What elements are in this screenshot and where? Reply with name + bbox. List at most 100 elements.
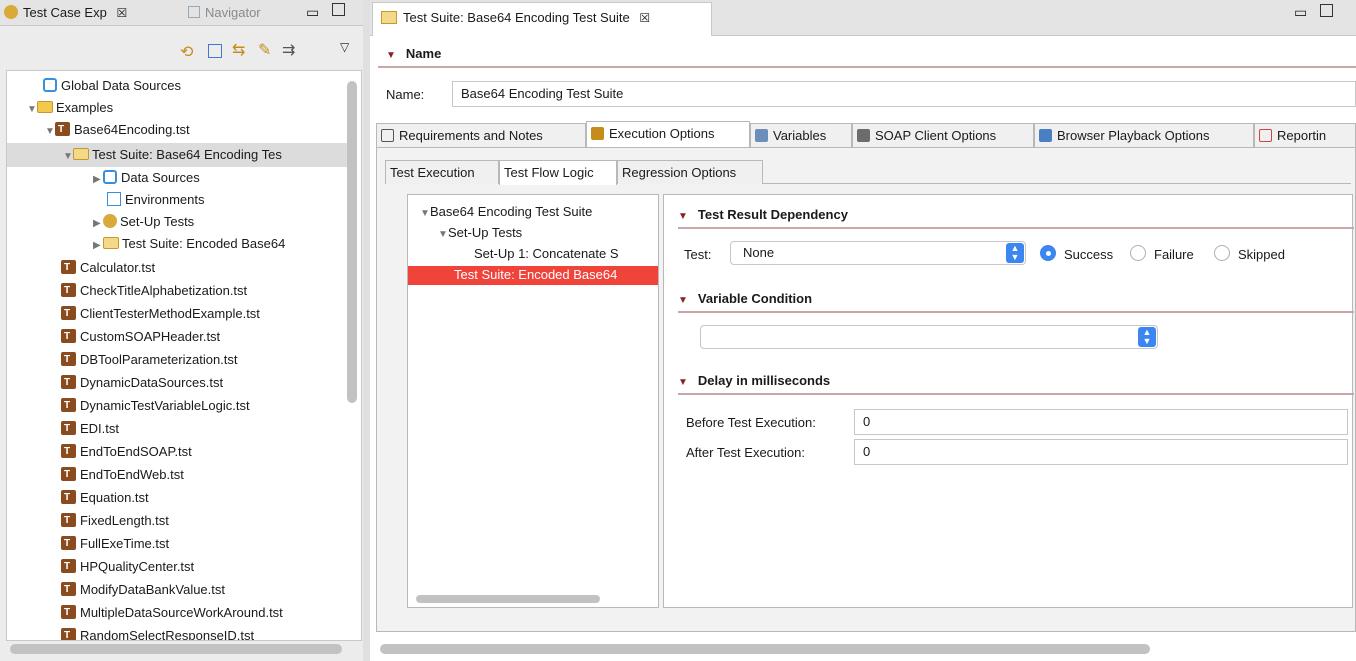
- chevron-updown-icon: ▲ ▼: [1138, 327, 1156, 347]
- dependency-section-header[interactable]: ▼ Test Result Dependency: [678, 207, 848, 222]
- delay-section-header[interactable]: ▼ Delay in milliseconds: [678, 373, 830, 388]
- tree-item-file[interactable]: FullExeTime.tst: [61, 533, 169, 555]
- tree-item-test-suite-base64[interactable]: ▼ Test Suite: Base64 Encoding Tes: [63, 144, 282, 166]
- tree-item-file[interactable]: RandomSelectResponseID.tst: [61, 625, 254, 640]
- tree-item-file[interactable]: EndToEndSOAP.tst: [61, 441, 192, 463]
- tab-test-case-explorer[interactable]: Test Case Exp ☒: [4, 3, 127, 23]
- expanded-arrow-icon[interactable]: ▼: [45, 121, 55, 143]
- tree-item-set-up-tests[interactable]: ▶ Set-Up Tests: [93, 211, 194, 233]
- tab-regression-options[interactable]: Regression Options: [617, 160, 763, 184]
- expanded-arrow-icon[interactable]: ▼: [63, 146, 73, 168]
- tree-item-file[interactable]: EDI.tst: [61, 418, 119, 440]
- tree-item-file[interactable]: ClientTesterMethodExample.tst: [61, 303, 260, 325]
- variables-icon: [755, 129, 768, 142]
- panel-sash[interactable]: [363, 0, 370, 661]
- tab-soap-client-options[interactable]: SOAP Client Options: [852, 123, 1034, 147]
- data-sources-icon: [43, 78, 57, 92]
- before-execution-field[interactable]: 0: [854, 409, 1348, 435]
- tree-item-file[interactable]: DynamicDataSources.tst: [61, 372, 223, 394]
- expanded-arrow-icon[interactable]: ▼: [438, 224, 448, 246]
- editor-tab-title: Test Suite: Base64 Encoding Test Suite: [403, 10, 630, 25]
- filter-icon[interactable]: ⇉: [282, 40, 295, 60]
- collapsed-arrow-icon[interactable]: ▶: [93, 169, 103, 191]
- execution-options-content: Test Execution Test Flow Logic Regressio…: [376, 147, 1356, 632]
- radio-failure[interactable]: [1130, 245, 1146, 261]
- test-dependency-select[interactable]: None ▲ ▼: [730, 241, 1026, 265]
- close-tab-icon[interactable]: ☒: [116, 6, 127, 20]
- tab-reporting[interactable]: Reportin: [1254, 123, 1356, 147]
- radio-success[interactable]: [1040, 245, 1056, 261]
- pin-icon[interactable]: ✎: [258, 40, 271, 60]
- expanded-arrow-icon[interactable]: ▼: [420, 203, 430, 225]
- tab-test-flow-logic[interactable]: Test Flow Logic: [499, 160, 617, 185]
- tree-item-file[interactable]: MultipleDataSourceWorkAround.tst: [61, 602, 283, 624]
- link-editor-icon[interactable]: ⇆: [232, 40, 245, 60]
- tab-label: Test Execution: [390, 165, 475, 180]
- tree-item-base64encoding[interactable]: ▼ Base64Encoding.tst: [45, 119, 190, 141]
- after-execution-field[interactable]: 0: [854, 439, 1348, 465]
- tab-browser-playback-options[interactable]: Browser Playback Options: [1034, 123, 1254, 147]
- flow-tree-item-root[interactable]: ▼Base64 Encoding Test Suite: [420, 201, 592, 223]
- navigator-icon: [188, 6, 200, 18]
- execution-options-icon: [591, 127, 604, 140]
- name-section-header[interactable]: ▼ Name: [386, 46, 441, 61]
- variable-condition-section-header[interactable]: ▼ Variable Condition: [678, 291, 812, 306]
- section-collapse-icon[interactable]: ▼: [386, 50, 396, 61]
- view-menu-icon[interactable]: ▽: [340, 40, 349, 54]
- minimize-icon[interactable]: ▭: [306, 4, 319, 21]
- tree-horizontal-scrollbar[interactable]: [10, 644, 342, 654]
- tree-item-global-data-sources[interactable]: Global Data Sources: [43, 75, 181, 97]
- flow-tree-label: Set-Up Tests: [448, 225, 523, 240]
- tree-item-file[interactable]: CheckTitleAlphabetization.tst: [61, 280, 247, 302]
- data-sources-icon: [103, 170, 117, 184]
- tree-item-file[interactable]: CustomSOAPHeader.tst: [61, 326, 220, 348]
- tree-item-file[interactable]: ModifyDataBankValue.tst: [61, 579, 225, 601]
- tree-item-file[interactable]: EndToEndWeb.tst: [61, 464, 184, 486]
- editor-horizontal-scrollbar[interactable]: [380, 644, 1150, 654]
- tree-item-file[interactable]: HPQualityCenter.tst: [61, 556, 194, 578]
- section-collapse-icon[interactable]: ▼: [678, 295, 688, 306]
- tree-item-label: Set-Up Tests: [120, 214, 195, 229]
- name-section-title: Name: [405, 46, 442, 61]
- tab-test-execution[interactable]: Test Execution: [385, 160, 499, 184]
- flow-tree-item-set-up-tests[interactable]: ▼Set-Up Tests: [438, 222, 522, 244]
- section-collapse-icon[interactable]: ▼: [678, 211, 688, 222]
- collapsed-arrow-icon[interactable]: ▶: [93, 213, 103, 235]
- test-suite-icon: [73, 148, 89, 160]
- tab-navigator[interactable]: Navigator: [188, 3, 261, 23]
- test-file-icon: [61, 280, 76, 302]
- maximize-icon[interactable]: [332, 3, 345, 16]
- tree-item-label: Global Data Sources: [61, 78, 181, 93]
- tree-item-file[interactable]: FixedLength.tst: [61, 510, 169, 532]
- collapse-all-icon[interactable]: [208, 44, 222, 58]
- tree-vertical-scrollbar[interactable]: [347, 81, 357, 403]
- flow-tree-item-set-up-1[interactable]: Set-Up 1: Concatenate S: [474, 243, 619, 265]
- radio-skipped[interactable]: [1214, 245, 1230, 261]
- tree-item-data-sources[interactable]: ▶ Data Sources: [93, 167, 200, 189]
- close-tab-icon[interactable]: ☒: [639, 11, 650, 25]
- tree-item-label: Test Suite: Base64 Encoding Tes: [92, 147, 282, 162]
- collapsed-arrow-icon[interactable]: ▶: [93, 235, 103, 257]
- variable-condition-select[interactable]: ▲ ▼: [700, 325, 1158, 349]
- flow-tree-horizontal-scrollbar[interactable]: [416, 595, 600, 603]
- test-file-icon: [61, 418, 76, 440]
- flow-tree-item-test-suite-encoded[interactable]: Test Suite: Encoded Base64: [454, 264, 617, 286]
- tab-execution-options[interactable]: Execution Options: [586, 121, 750, 147]
- tree-item-test-suite-encoded[interactable]: ▶ Test Suite: Encoded Base64: [93, 233, 285, 255]
- tree-item-file[interactable]: Equation.tst: [61, 487, 149, 509]
- name-field[interactable]: Base64 Encoding Test Suite: [452, 81, 1356, 107]
- tree-item-file[interactable]: Calculator.tst: [61, 257, 155, 279]
- tree-item-environments[interactable]: Environments: [107, 189, 204, 211]
- minimize-icon[interactable]: ▭: [1294, 4, 1307, 21]
- tree-item-examples[interactable]: ▼ Examples: [27, 97, 113, 119]
- maximize-icon[interactable]: [1320, 4, 1333, 17]
- tree-item-file[interactable]: DBToolParameterization.tst: [61, 349, 238, 371]
- section-collapse-icon[interactable]: ▼: [678, 377, 688, 388]
- expanded-arrow-icon[interactable]: ▼: [27, 99, 37, 121]
- tree-item-file[interactable]: DynamicTestVariableLogic.tst: [61, 395, 250, 417]
- tab-requirements-and-notes[interactable]: Requirements and Notes: [376, 123, 586, 147]
- tab-test-suite-editor[interactable]: Test Suite: Base64 Encoding Test Suite ☒: [372, 2, 712, 36]
- tab-variables[interactable]: Variables: [750, 123, 852, 147]
- after-execution-value: 0: [863, 444, 871, 459]
- refresh-icon[interactable]: ⟲: [180, 42, 193, 62]
